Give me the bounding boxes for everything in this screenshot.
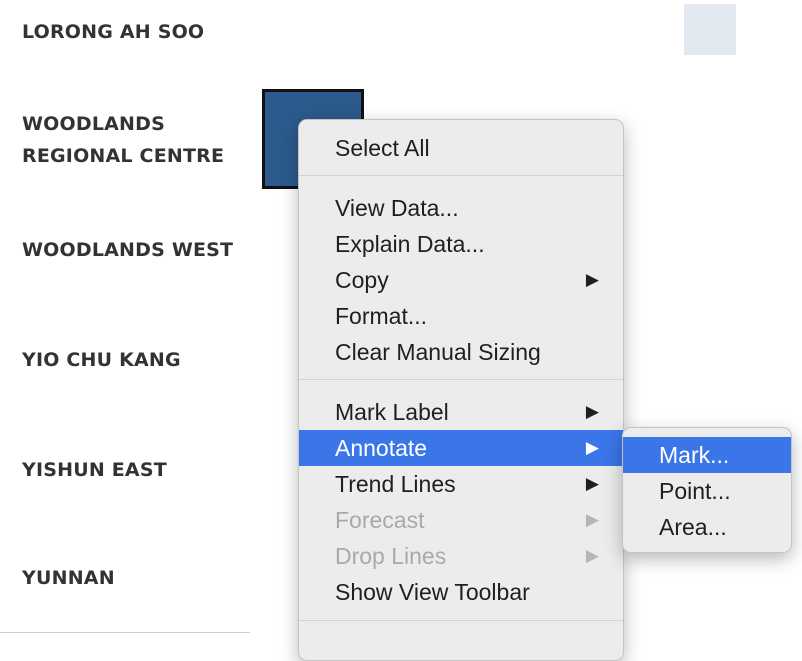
row-label-line2: REGIONAL CENTRE — [22, 145, 225, 167]
menu-item-drop-lines: Drop Lines ▶ — [299, 538, 623, 574]
submenu-arrow-icon: ▶ — [585, 474, 599, 493]
menu-separator — [299, 175, 623, 176]
submenu-arrow-icon: ▶ — [585, 270, 599, 289]
menu-item-mark-label[interactable]: Mark Label ▶ — [299, 394, 623, 430]
menu-separator — [299, 620, 623, 621]
submenu-item-point[interactable]: Point... — [623, 473, 791, 509]
menu-item-select-all[interactable]: Select All — [299, 130, 623, 166]
context-menu: Select All View Data... Explain Data... … — [298, 119, 624, 661]
menu-item-trend-lines[interactable]: Trend Lines ▶ — [299, 466, 623, 502]
row-label-yio-chu-kang: YIO CHU KANG — [22, 349, 181, 371]
submenu-arrow-icon: ▶ — [585, 510, 599, 529]
menu-item-show-view-toolbar[interactable]: Show View Toolbar — [299, 574, 623, 610]
menu-item-copy[interactable]: Copy ▶ — [299, 262, 623, 298]
menu-item-view-data[interactable]: View Data... — [299, 190, 623, 226]
menu-separator — [299, 379, 623, 380]
row-label-woodlands-west: WOODLANDS WEST — [22, 239, 234, 261]
menu-item-explain-data[interactable]: Explain Data... — [299, 226, 623, 262]
submenu-arrow-icon: ▶ — [585, 546, 599, 565]
row-label-yunnan: YUNNAN — [22, 567, 115, 589]
menu-item-annotate[interactable]: Annotate ▶ — [299, 430, 623, 466]
row-label-line1: WOODLANDS — [22, 113, 166, 135]
menu-item-forecast: Forecast ▶ — [299, 502, 623, 538]
row-label-lorong-ah-soo: LORONG AH SOO — [22, 21, 205, 43]
submenu-arrow-icon: ▶ — [585, 402, 599, 421]
row-label-yishun-east: YISHUN EAST — [22, 459, 167, 481]
row-label-woodlands-regional-centre: WOODLANDS REGIONAL CENTRE — [22, 108, 224, 172]
submenu-item-mark[interactable]: Mark... — [623, 437, 791, 473]
divider — [0, 632, 250, 633]
menu-item-clear-manual-sizing[interactable]: Clear Manual Sizing — [299, 334, 623, 370]
menu-item-format[interactable]: Format... — [299, 298, 623, 334]
submenu-item-area[interactable]: Area... — [623, 509, 791, 545]
submenu-arrow-icon: ▶ — [585, 438, 599, 457]
annotate-submenu: Mark... Point... Area... — [622, 427, 792, 553]
heatmap-cell-lorong-ah-soo[interactable] — [684, 4, 736, 55]
